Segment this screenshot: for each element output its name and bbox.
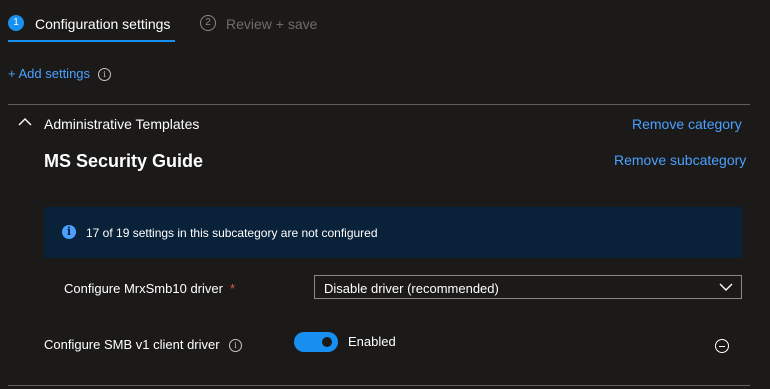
setting-label: Configure MrxSmb10 driver [64,281,223,296]
remove-category-link[interactable]: Remove category [632,116,742,132]
wizard-step-configuration[interactable]: 1 Configuration settings [8,14,178,42]
step-number-badge: 2 [200,15,216,31]
info-icon[interactable]: i [98,68,111,81]
banner-message: 17 of 19 settings in this subcategory ar… [86,226,378,240]
chevron-up-icon[interactable] [18,117,32,127]
chevron-down-icon [719,283,733,291]
setting-label: Configure SMB v1 client driver [44,337,220,352]
smb-v1-client-toggle[interactable] [294,332,338,352]
mrxsmb10-driver-dropdown[interactable]: Disable driver (recommended) [314,275,742,299]
dropdown-selected-value: Disable driver (recommended) [324,281,499,296]
remove-setting-icon[interactable] [715,339,729,353]
info-banner: i 17 of 19 settings in this subcategory … [44,207,742,258]
subcategory-title: MS Security Guide [44,151,204,171]
add-settings-link[interactable]: + Add settings [8,66,90,81]
toggle-state-label: Enabled [348,334,396,349]
required-asterisk: * [230,281,236,296]
info-icon: i [62,225,76,239]
step-label: Configuration settings [35,16,171,32]
toggle-knob [322,337,332,347]
section-divider [8,385,750,386]
wizard-step-review[interactable]: 2 Review + save [200,14,330,34]
active-step-underline [8,40,175,42]
section-divider [8,104,750,105]
step-label: Review + save [226,16,318,32]
category-title: Administrative Templates [44,116,200,132]
step-number-badge: 1 [8,15,24,31]
remove-subcategory-link[interactable]: Remove subcategory [614,152,746,168]
info-icon[interactable]: i [229,339,242,352]
